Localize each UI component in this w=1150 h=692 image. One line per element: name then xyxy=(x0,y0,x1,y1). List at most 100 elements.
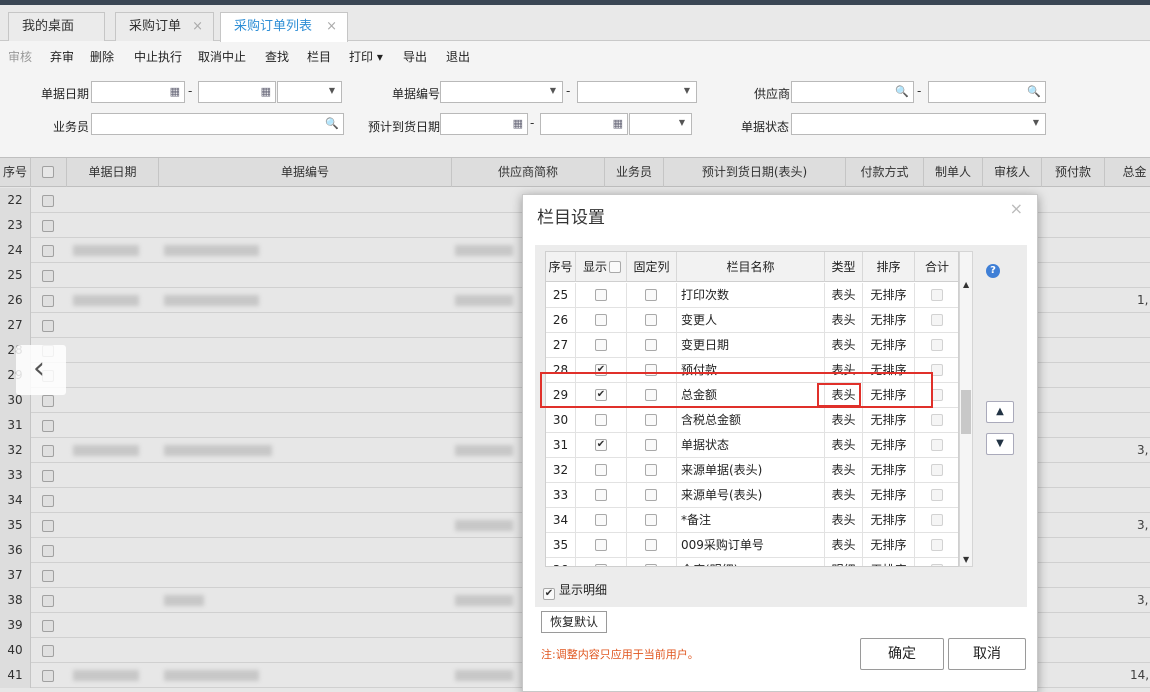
sum-checkbox xyxy=(931,464,943,476)
suspend-button[interactable]: 中止执行 xyxy=(134,48,182,65)
show-detail-checkbox[interactable]: ✔ xyxy=(543,588,555,600)
search-icon[interactable]: 🔍 xyxy=(325,117,339,130)
column-setting-row[interactable]: 33 来源单号(表头) 表头 无排序 xyxy=(546,483,958,508)
fixed-checkbox[interactable] xyxy=(645,564,657,566)
sum-checkbox xyxy=(931,439,943,451)
column-setting-row[interactable]: 35 009采购订单号 表头 无排序 xyxy=(546,533,958,558)
supplier-to-input[interactable]: 🔍 xyxy=(928,81,1046,103)
column-setting-row[interactable]: 30 含税总金额 表头 无排序 xyxy=(546,408,958,433)
show-checkbox[interactable] xyxy=(595,464,607,476)
col-seq-header: 序号 xyxy=(546,252,576,282)
tab-desktop[interactable]: 我的桌面 xyxy=(8,12,105,41)
expected-date-from-input[interactable]: ▦ xyxy=(440,113,528,135)
unaudit-button[interactable]: 弃审 xyxy=(50,48,74,65)
help-icon[interactable]: ? xyxy=(986,264,1000,278)
show-checkbox[interactable] xyxy=(595,564,607,566)
move-up-button[interactable]: ▲ xyxy=(986,401,1014,423)
expected-date-to-input[interactable]: ▦ xyxy=(540,113,628,135)
fixed-checkbox[interactable] xyxy=(645,514,657,526)
show-checkbox[interactable] xyxy=(595,514,607,526)
move-down-button[interactable]: ▼ xyxy=(986,433,1014,455)
row-seq: 31 xyxy=(546,433,576,457)
doc-no-from-input[interactable]: ▼ xyxy=(440,81,563,103)
column-setting-row[interactable]: 34 *备注 表头 无排序 xyxy=(546,508,958,533)
column-setting-row[interactable]: 27 变更日期 表头 无排序 xyxy=(546,333,958,358)
find-button[interactable]: 查找 xyxy=(265,48,289,65)
column-settings-panel: 序号 显示 固定列 栏目名称 类型 排序 合计 25 打印次数 表头 无排序 26 变更人… xyxy=(535,245,1027,607)
dialog-title: 栏目设置 xyxy=(537,208,605,228)
tab-purchase-order-list[interactable]: 采购订单列表 × xyxy=(220,12,348,42)
column-sort: 无排序 xyxy=(863,283,915,307)
show-all-checkbox[interactable] xyxy=(609,261,621,273)
exit-button[interactable]: 退出 xyxy=(446,48,470,65)
column-setting-row[interactable]: 31 单据状态 表头 无排序 ✔ xyxy=(546,433,958,458)
calendar-icon[interactable]: ▦ xyxy=(170,85,180,98)
doc-no-to-input[interactable]: ▼ xyxy=(577,81,697,103)
fixed-checkbox[interactable] xyxy=(645,489,657,501)
column-list-scrollbar[interactable]: ▲ ▼ xyxy=(959,251,973,567)
sum-checkbox xyxy=(931,339,943,351)
print-button[interactable]: 打印 ▾ xyxy=(349,48,383,65)
fixed-checkbox[interactable] xyxy=(645,314,657,326)
fixed-checkbox[interactable] xyxy=(645,339,657,351)
close-icon[interactable]: × xyxy=(1010,199,1023,218)
column-setting-row[interactable]: 32 来源单据(表头) 表头 无排序 xyxy=(546,458,958,483)
prev-nav-button[interactable]: ‹ xyxy=(16,345,66,395)
doc-date-from-input[interactable]: ▦ xyxy=(91,81,185,103)
search-icon[interactable]: 🔍 xyxy=(895,85,909,98)
col-name-header: 栏目名称 xyxy=(677,252,825,282)
calendar-icon[interactable]: ▦ xyxy=(513,117,523,130)
doc-date-to-input[interactable]: ▦ xyxy=(198,81,276,103)
export-button[interactable]: 导出 xyxy=(403,48,427,65)
search-icon[interactable]: 🔍 xyxy=(1027,85,1041,98)
sum-checkbox xyxy=(931,539,943,551)
close-icon[interactable]: × xyxy=(192,13,203,40)
show-checkbox[interactable] xyxy=(595,539,607,551)
column-setting-row[interactable]: 36 仓库(明细)明细无排序 xyxy=(546,558,958,566)
highlight-row-box xyxy=(540,372,933,408)
show-checkbox[interactable] xyxy=(595,489,607,501)
doc-date-preset-select[interactable]: ▼ xyxy=(277,81,342,103)
show-checkbox[interactable] xyxy=(595,339,607,351)
salesman-input[interactable]: 🔍 xyxy=(91,113,344,135)
doc-status-select[interactable]: ▼ xyxy=(791,113,1046,135)
expected-date-preset-select[interactable]: ▼ xyxy=(629,113,692,135)
tab-purchase-order[interactable]: 采购订单 × xyxy=(115,12,214,41)
tab-label: 采购订单列表 xyxy=(234,19,313,34)
column-name: 打印次数 xyxy=(677,283,825,307)
column-sort: 无排序 xyxy=(863,333,915,357)
fixed-checkbox[interactable] xyxy=(645,464,657,476)
supplier-from-input[interactable]: 🔍 xyxy=(791,81,914,103)
scroll-up-icon[interactable]: ▲ xyxy=(963,280,969,289)
calendar-icon[interactable]: ▦ xyxy=(261,85,271,98)
scroll-down-icon[interactable]: ▼ xyxy=(963,555,969,564)
show-checkbox[interactable] xyxy=(595,289,607,301)
calendar-icon[interactable]: ▦ xyxy=(613,117,623,130)
show-checkbox[interactable] xyxy=(595,314,607,326)
audit-button[interactable]: 审核 xyxy=(8,48,32,65)
reset-default-button[interactable]: 恢复默认 xyxy=(541,611,607,633)
scroll-thumb[interactable] xyxy=(961,390,971,434)
close-icon[interactable]: × xyxy=(326,13,337,40)
show-checkbox[interactable]: ✔ xyxy=(595,439,607,451)
row-seq: 34 xyxy=(546,508,576,532)
column-setting-row[interactable]: 25 打印次数 表头 无排序 xyxy=(546,283,958,308)
fixed-checkbox[interactable] xyxy=(645,289,657,301)
cancel-button[interactable]: 取消 xyxy=(948,638,1026,670)
column-name: 来源单据(表头) xyxy=(677,458,825,482)
fixed-checkbox[interactable] xyxy=(645,439,657,451)
columns-button[interactable]: 栏目 xyxy=(307,48,331,65)
show-checkbox[interactable] xyxy=(595,414,607,426)
delete-button[interactable]: 删除 xyxy=(90,48,114,65)
chevron-down-icon: ▼ xyxy=(683,86,690,95)
show-detail-option[interactable]: ✔ 显示明细 xyxy=(543,581,607,600)
fixed-checkbox[interactable] xyxy=(645,414,657,426)
column-setting-row[interactable]: 26 变更人 表头 无排序 xyxy=(546,308,958,333)
ok-button[interactable]: 确定 xyxy=(860,638,944,670)
toolbar: 审核 弃审 删除 中止执行 取消中止 查找 栏目 打印 ▾ 导出 退出 xyxy=(0,42,1150,70)
column-name: 单据状态 xyxy=(677,433,825,457)
column-type: 表头 xyxy=(825,533,863,557)
cancel-suspend-button[interactable]: 取消中止 xyxy=(198,48,246,65)
fixed-checkbox[interactable] xyxy=(645,539,657,551)
chevron-down-icon: ▼ xyxy=(549,86,556,95)
